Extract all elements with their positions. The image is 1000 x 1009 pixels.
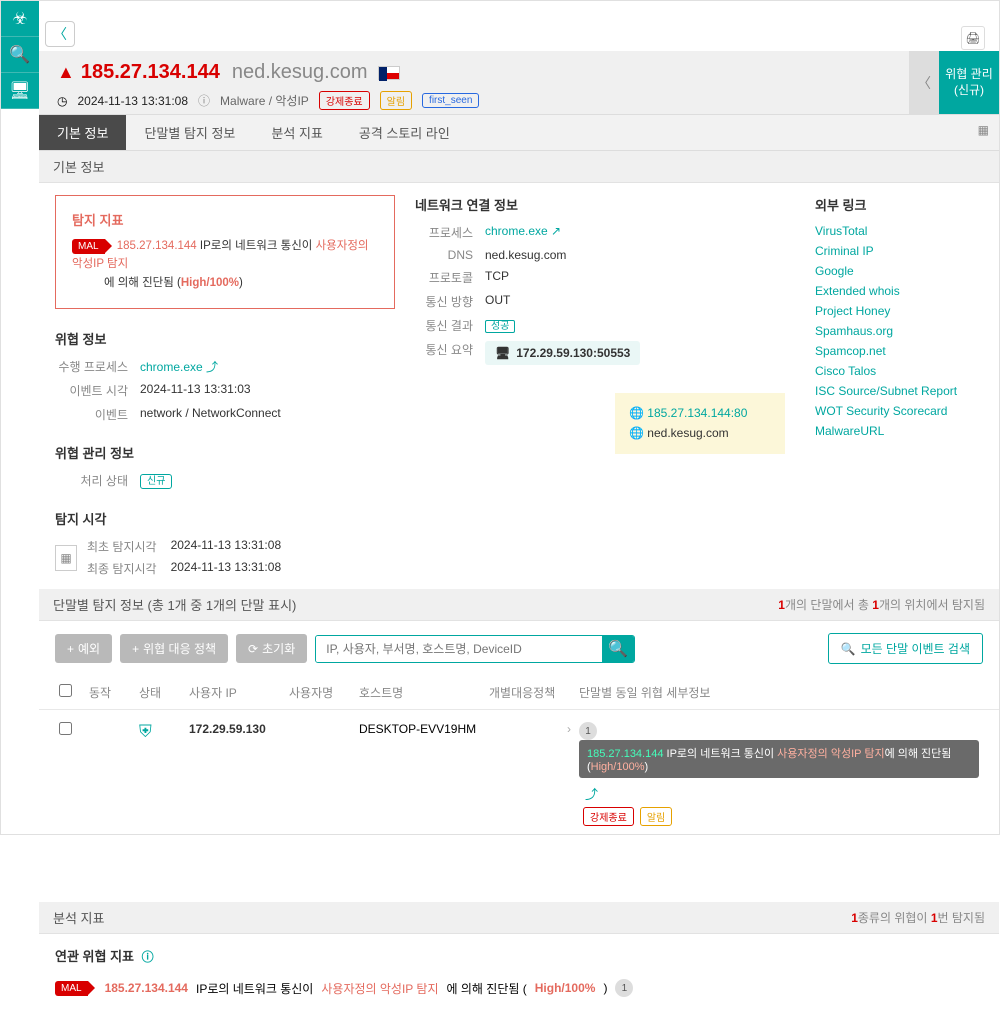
header-timestamp: 2024-11-13 13:31:08 <box>77 94 188 108</box>
nav-biohazard-icon[interactable]: ☣ <box>1 1 39 37</box>
detect-title: 탐지 시각 <box>55 509 395 528</box>
tab-terminal[interactable]: 단말별 탐지 정보 <box>126 115 253 150</box>
globe-icon: 🌐 <box>629 426 644 440</box>
shield-icon: ⛨ <box>139 722 152 741</box>
header-ip: 185.27.134.144 <box>81 61 220 84</box>
nav-monitor-icon[interactable]: 🖥 <box>1 73 39 109</box>
threat-info-title: 위협 정보 <box>55 329 395 348</box>
flag-icon <box>378 66 400 80</box>
ext-link-virustotal[interactable]: VirusTotal <box>815 224 983 238</box>
result-chip: 성공 <box>485 320 515 333</box>
ext-link-criminalip[interactable]: Criminal IP <box>815 244 983 258</box>
calendar-building-icon: ▦ <box>55 545 77 571</box>
indicator-box: 탐지 지표 MAL 185.27.134.144 IP로의 네트워크 통신이 사… <box>55 195 395 309</box>
clock-icon: ◷ <box>57 94 67 108</box>
related-count: 1 <box>615 979 633 997</box>
mal-badge: MAL <box>72 239 105 254</box>
ext-link-spamcop[interactable]: Spamcop.net <box>815 344 983 358</box>
calendar-icon[interactable]: ▦ <box>978 123 989 137</box>
row-chip-force[interactable]: 강제종료 <box>583 807 634 826</box>
ext-link-isc[interactable]: ISC Source/Subnet Report <box>815 384 983 398</box>
tab-storyline[interactable]: 공격 스토리 라인 <box>341 115 468 150</box>
info-icon: ⓘ <box>198 92 210 109</box>
ext-link-projecthoney[interactable]: Project Honey <box>815 304 983 318</box>
mgmt-title: 위협 관리 정보 <box>55 443 395 462</box>
reset-button[interactable]: ⟳ 초기화 <box>236 634 307 663</box>
threat-policy-button[interactable]: + 위협 대응 정책 <box>120 634 228 663</box>
ext-link-whois[interactable]: Extended whois <box>815 284 983 298</box>
select-all-checkbox[interactable] <box>59 684 72 697</box>
globe-icon: 🌐 <box>629 406 644 420</box>
ext-link-spamhaus[interactable]: Spamhaus.org <box>815 324 983 338</box>
search-input[interactable] <box>316 636 602 662</box>
net-process-link[interactable]: chrome.exe <box>485 224 548 238</box>
process-link[interactable]: chrome.exe <box>140 360 203 374</box>
share-icon[interactable]: ⤴ <box>585 787 598 802</box>
right-panel-collapse[interactable]: 〈 <box>909 51 939 114</box>
tab-analysis[interactable]: 분석 지표 <box>253 115 340 150</box>
ext-link-wot[interactable]: WOT Security Scorecard <box>815 404 983 418</box>
chip-alert[interactable]: 알림 <box>380 91 412 110</box>
chip-first-seen[interactable]: first_seen <box>422 93 479 108</box>
exception-button[interactable]: + 예외 <box>55 634 112 663</box>
ext-link-google[interactable]: Google <box>815 264 983 278</box>
tab-basic[interactable]: 기본 정보 <box>39 115 126 150</box>
analysis-header: 분석 지표 1종류의 위협이 1번 탐지됨 <box>39 902 999 934</box>
header-host: ned.kesug.com <box>232 61 368 84</box>
net-title: 네트워크 연결 정보 <box>415 195 795 214</box>
external-link-icon[interactable]: ↗ <box>551 224 561 238</box>
per-terminal-header: 단말별 탐지 정보 (총 1개 중 1개의 단말 표시) 1개의 단말에서 총 … <box>39 589 999 621</box>
header-classification: Malware / 악성IP <box>220 92 309 109</box>
table-row[interactable]: ⛨ 172.29.59.130 DESKTOP-EVV19HM › 1 185.… <box>39 710 999 842</box>
related-title: 연관 위협 지표 ⓘ <box>55 946 983 965</box>
search-go-button[interactable]: 🔍 <box>602 636 634 662</box>
section-basic-header: 기본 정보 <box>39 151 999 183</box>
row-checkbox[interactable] <box>59 722 72 735</box>
row-chip-alert[interactable]: 알림 <box>640 807 672 826</box>
print-button[interactable]: 🖨 <box>961 26 985 50</box>
mal-badge: MAL <box>55 981 88 996</box>
tab-bar: 기본 정보 단말별 탐지 정보 분석 지표 공격 스토리 라인 ▦ <box>39 114 999 151</box>
back-button[interactable]: 〈 <box>45 21 75 47</box>
monitor-icon: 🖥 <box>495 346 510 360</box>
help-icon[interactable]: ⓘ <box>142 950 154 964</box>
destination-box: 🌐 185.27.134.144:80 🌐 ned.kesug.com <box>615 393 785 454</box>
share-icon[interactable]: ⤴ <box>206 360 218 374</box>
detection-detail: 185.27.134.144 IP로의 네트워크 통신이 사용자정의 악성IP … <box>579 740 979 778</box>
warning-icon: ▲ <box>57 62 75 83</box>
ext-link-ciscotalos[interactable]: Cisco Talos <box>815 364 983 378</box>
summary-box: 🖥172.29.59.130:50553 <box>485 341 640 365</box>
nav-search-icon[interactable]: 🔍 <box>1 37 39 73</box>
indicator-title: 탐지 지표 <box>72 210 378 229</box>
ext-links-title: 외부 링크 <box>815 195 983 214</box>
right-panel-label[interactable]: 위협 관리 (신규) <box>939 51 999 114</box>
all-events-search-button[interactable]: 🔍 모든 단말 이벤트 검색 <box>828 633 983 664</box>
status-chip[interactable]: 신규 <box>140 474 172 489</box>
chip-force-kill[interactable]: 강제종료 <box>319 91 370 110</box>
table-header: 동작 상태 사용자 IP 사용자명 호스트명 개별대응정책 단말별 동일 위협 … <box>39 676 999 710</box>
header: ▲ 185.27.134.144 ned.kesug.com ◷ 2024-11… <box>39 51 999 114</box>
count-badge: 1 <box>579 722 597 740</box>
ext-link-malwareurl[interactable]: MalwareURL <box>815 424 983 438</box>
